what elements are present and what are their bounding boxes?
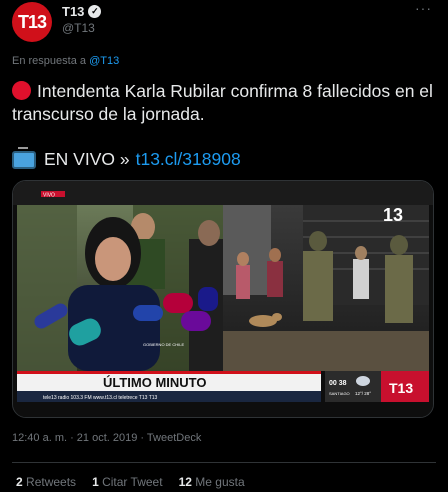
- live-line: EN VIVO » t13.cl/318908: [12, 146, 241, 170]
- tweet: T13 T13 ✓ @T13 ··· En respuesta a @T13 I…: [0, 0, 448, 492]
- logo-big: T13: [389, 380, 413, 396]
- logo-small: 13: [383, 205, 403, 225]
- reply-handle-link[interactable]: @T13: [89, 55, 119, 67]
- street-floor: [223, 331, 429, 371]
- microphone: [181, 311, 211, 331]
- likes-stat[interactable]: 12 Me gusta: [179, 475, 245, 489]
- speaker-face: [95, 237, 131, 281]
- tweet-timestamp[interactable]: 12:40 a. m. · 21 oct. 2019 · TweetDeck: [12, 432, 201, 444]
- reply-context: En respuesta a @T13: [12, 55, 119, 67]
- microphone: [198, 287, 218, 311]
- verified-icon: ✓: [88, 5, 102, 18]
- live-text: EN VIVO »: [44, 149, 130, 169]
- microphone: [163, 293, 193, 313]
- retweets-count: 2: [16, 475, 23, 489]
- mic-label: GOBIERNO DE CHILE: [143, 342, 184, 347]
- quote-tweets-label: Citar Tweet: [102, 475, 163, 489]
- tweet-text: Intendenta Karla Rubilar confirma 8 fall…: [12, 80, 436, 126]
- tweet-media[interactable]: VIVO GOBIERNO DE CHILE 13 ÚLTIMO MINUTO …: [12, 180, 434, 418]
- likes-count: 12: [178, 475, 192, 489]
- quote-tweets-stat[interactable]: 1 Citar Tweet: [92, 475, 163, 489]
- more-options-icon[interactable]: ···: [415, 0, 432, 16]
- reply-prefix: En respuesta a: [12, 55, 86, 67]
- likes-label: Me gusta: [195, 475, 245, 489]
- author-name[interactable]: T13: [62, 4, 84, 19]
- microphone: [133, 305, 163, 321]
- author-handle[interactable]: @T13: [62, 21, 95, 35]
- live-link[interactable]: t13.cl/318908: [136, 149, 241, 170]
- soldier: [385, 255, 413, 323]
- red-circle-icon: [12, 81, 31, 100]
- tweet-stats: 2 Retweets 1 Citar Tweet 12 Me gusta: [16, 475, 245, 489]
- live-tag-text: VIVO: [43, 193, 55, 199]
- retweets-stat[interactable]: 2 Retweets: [16, 475, 76, 489]
- ticker-text: tele13 radio 103.3 FM www.t13.cl teletre…: [43, 395, 158, 401]
- divider: [12, 462, 436, 463]
- quote-tweets-count: 1: [92, 475, 99, 489]
- author-name-row[interactable]: T13 ✓: [62, 4, 102, 19]
- news-video-frame[interactable]: VIVO GOBIERNO DE CHILE 13 ÚLTIMO MINUTO …: [13, 181, 433, 417]
- tweet-text-content: Intendenta Karla Rubilar confirma 8 fall…: [12, 81, 433, 124]
- top-bar: [13, 181, 433, 205]
- place-text: SANTIAGO: [329, 391, 350, 396]
- weather-icon: [356, 376, 370, 386]
- soldier: [303, 251, 333, 321]
- breaking-banner-text: ÚLTIMO MINUTO: [103, 375, 207, 390]
- temp-text: 12°/ 28°: [355, 391, 371, 396]
- clock-text: 00 38: [329, 380, 347, 387]
- television-icon: [12, 146, 36, 169]
- avatar[interactable]: T13: [12, 2, 52, 42]
- retweets-label: Retweets: [26, 475, 77, 489]
